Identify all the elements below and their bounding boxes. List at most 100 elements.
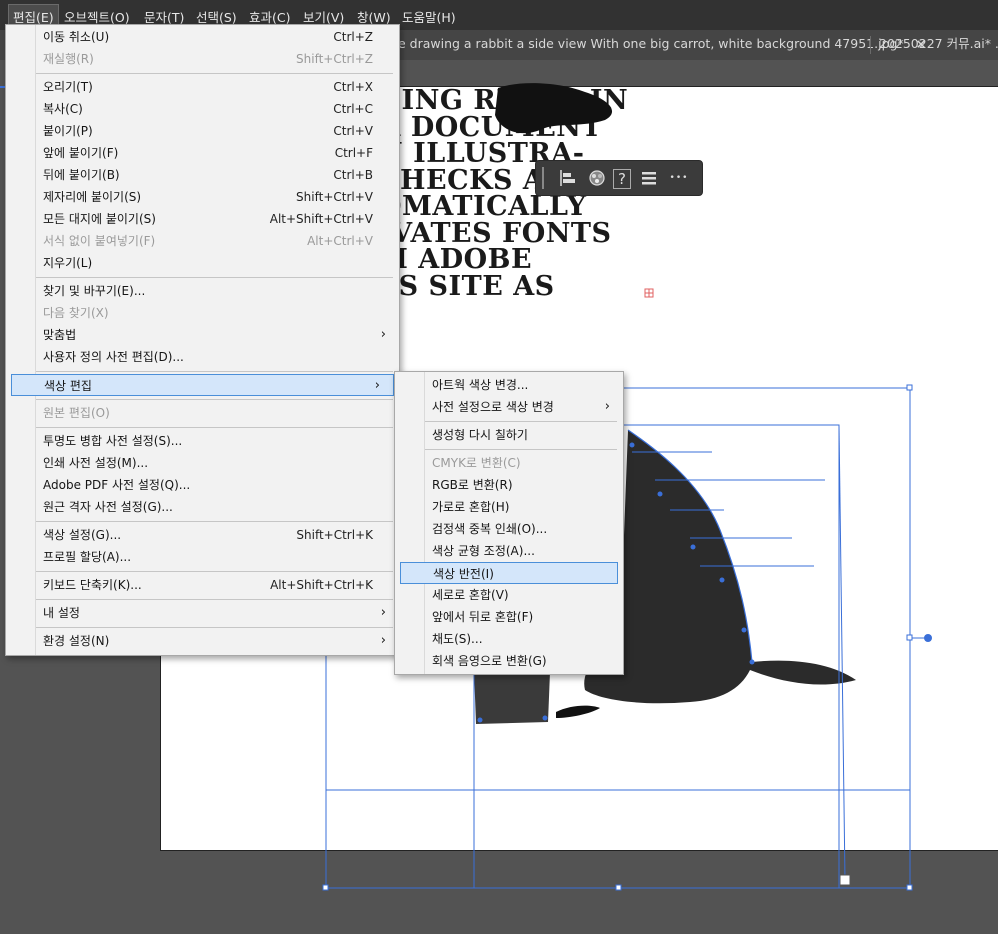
menu-item-rgb로-변환-r[interactable]: RGB로 변환(R) bbox=[395, 474, 623, 496]
menu-item-인쇄-사전-설정-m[interactable]: 인쇄 사전 설정(M)... bbox=[6, 452, 399, 474]
menu-item-회색-음영으로-변환-g[interactable]: 회색 음영으로 변환(G) bbox=[395, 650, 623, 672]
menu-item-shortcut: Ctrl+F bbox=[334, 146, 373, 160]
drag-handle[interactable] bbox=[542, 167, 544, 189]
menu-item-원근-격자-사전-설정-g[interactable]: 원근 격자 사전 설정(G)... bbox=[6, 496, 399, 518]
menu-item-label: 붙이기(P) bbox=[43, 124, 93, 138]
menu-item-label: 앞에서 뒤로 혼합(F) bbox=[432, 610, 534, 624]
menu-item-가로로-혼합-h[interactable]: 가로로 혼합(H) bbox=[395, 496, 623, 518]
menu-item-색상-편집[interactable]: 색상 편집 › bbox=[11, 374, 394, 396]
menu-item-shortcut: Shift+Ctrl+V bbox=[296, 190, 373, 204]
menu-item-아트웍-색상-변경[interactable]: 아트웍 색상 변경... bbox=[395, 374, 623, 396]
menu-item-shortcut: Ctrl+X bbox=[333, 80, 373, 94]
menu-item-모든-대지에-붙이기-s[interactable]: 모든 대지에 붙이기(S) Alt+Shift+Ctrl+V bbox=[6, 208, 399, 230]
menu-item-label: 환경 설정(N) bbox=[43, 634, 110, 648]
artwork-cat-paw bbox=[474, 670, 550, 724]
menu-item-label: 모든 대지에 붙이기(S) bbox=[43, 212, 156, 226]
recolor-icon[interactable] bbox=[587, 168, 607, 188]
menu-item-색상-균형-조정-a[interactable]: 색상 균형 조정(A)... bbox=[395, 540, 623, 562]
menu-item-shortcut: Alt+Ctrl+V bbox=[307, 234, 373, 248]
menu-item-투명도-병합-사전-설정-s[interactable]: 투명도 병합 사전 설정(S)... bbox=[6, 430, 399, 452]
menu-separator bbox=[36, 277, 393, 278]
menu-item-shortcut: Ctrl+C bbox=[333, 102, 373, 116]
menu-item-복사-c[interactable]: 복사(C) Ctrl+C bbox=[6, 98, 399, 120]
menu-separator bbox=[36, 627, 393, 628]
menu-item-검정색-중복-인쇄-o[interactable]: 검정색 중복 인쇄(O)... bbox=[395, 518, 623, 540]
menu-item-찾기-및-바꾸기-e[interactable]: 찾기 및 바꾸기(E)... bbox=[6, 280, 399, 302]
menu-lines-icon[interactable] bbox=[639, 168, 659, 188]
menu-item-label: 원본 편집(O) bbox=[43, 406, 110, 420]
menu-item-shortcut: Shift+Ctrl+Z bbox=[296, 52, 373, 66]
menu-item-cmyk로-변환-c: CMYK로 변환(C) bbox=[395, 452, 623, 474]
menu-item-서식-없이-붙여넣기-f: 서식 없이 붙여넣기(F) Alt+Ctrl+V bbox=[6, 230, 399, 252]
menu-separator bbox=[36, 73, 393, 74]
menu-item-label: 색상 설정(G)... bbox=[43, 528, 122, 542]
menu-item-shortcut: Ctrl+Z bbox=[333, 30, 373, 44]
menu-item-label: 재실행(R) bbox=[43, 52, 94, 66]
menu-item-사전-설정으로-색상-변경[interactable]: 사전 설정으로 색상 변경 › bbox=[395, 396, 623, 418]
menu-item-label: 키보드 단축키(K)... bbox=[43, 578, 142, 592]
chevron-right-icon: › bbox=[380, 327, 386, 342]
menu-item-label: 색상 균형 조정(A)... bbox=[432, 544, 535, 558]
menu-item-키보드-단축키-k[interactable]: 키보드 단축키(K)... Alt+Shift+Ctrl+K bbox=[6, 574, 399, 596]
menu-item-세로로-혼합-v[interactable]: 세로로 혼합(V) bbox=[395, 584, 623, 606]
menu-item-label: 색상 편집 bbox=[44, 379, 92, 393]
menu-item-색상-반전-i[interactable]: 색상 반전(I) bbox=[400, 562, 618, 584]
menu-item-환경-설정-n[interactable]: 환경 설정(N) › bbox=[6, 630, 399, 652]
artwork-cat-body bbox=[584, 430, 856, 704]
chevron-right-icon: › bbox=[380, 605, 386, 620]
menu-item-생성형-다시-칠하기[interactable]: 생성형 다시 칠하기 bbox=[395, 424, 623, 446]
menu-separator bbox=[36, 521, 393, 522]
menu-item-붙이기-p[interactable]: 붙이기(P) Ctrl+V bbox=[6, 120, 399, 142]
menu-item-색상-설정-g[interactable]: 색상 설정(G)... Shift+Ctrl+K bbox=[6, 524, 399, 546]
menu-item-label: 아트웍 색상 변경... bbox=[432, 378, 529, 392]
menu-item-label: 서식 없이 붙여넣기(F) bbox=[43, 234, 156, 248]
chevron-right-icon: › bbox=[604, 399, 610, 414]
align-icon[interactable] bbox=[558, 168, 578, 188]
menu-item-다음-찾기-x: 다음 찾기(X) bbox=[6, 302, 399, 324]
menu-separator bbox=[36, 399, 393, 400]
help-icon[interactable]: ? bbox=[613, 169, 631, 189]
menu-item-지우기-l[interactable]: 지우기(L) bbox=[6, 252, 399, 274]
menu-item-label: 원근 격자 사전 설정(G)... bbox=[43, 500, 173, 514]
menu-item-label: 지우기(L) bbox=[43, 256, 93, 270]
artwork-blob bbox=[495, 83, 613, 134]
menu-item-shortcut: Ctrl+V bbox=[333, 124, 373, 138]
menu-item-채도-s[interactable]: 채도(S)... bbox=[395, 628, 623, 650]
menu-item-label: 생성형 다시 칠하기 bbox=[432, 428, 528, 442]
menu-item-원본-편집-o: 원본 편집(O) bbox=[6, 402, 399, 424]
menu-item-label: 인쇄 사전 설정(M)... bbox=[43, 456, 149, 470]
menu-item-이동-취소-u[interactable]: 이동 취소(U) Ctrl+Z bbox=[6, 26, 399, 48]
more-icon[interactable]: ••• bbox=[669, 168, 689, 188]
menu-item-오리기-t[interactable]: 오리기(T) Ctrl+X bbox=[6, 76, 399, 98]
menu-item-앞에서-뒤로-혼합-f[interactable]: 앞에서 뒤로 혼합(F) bbox=[395, 606, 623, 628]
menu-item-label: 맞춤법 bbox=[43, 328, 77, 342]
menu-item-label: 찾기 및 바꾸기(E)... bbox=[43, 284, 146, 298]
menu-item-label: 채도(S)... bbox=[432, 632, 483, 646]
menu-separator bbox=[36, 599, 393, 600]
menu-item-label: 가로로 혼합(H) bbox=[432, 500, 510, 514]
menu-item-label: 색상 반전(I) bbox=[433, 567, 494, 581]
menu-item-내-설정[interactable]: 내 설정 › bbox=[6, 602, 399, 624]
menu-item-label: 사용자 정의 사전 편집(D)... bbox=[43, 350, 184, 364]
artwork-tail-bit bbox=[556, 705, 600, 718]
menu-item-제자리에-붙이기-s[interactable]: 제자리에 붙이기(S) Shift+Ctrl+V bbox=[6, 186, 399, 208]
menu-item-label: 이동 취소(U) bbox=[43, 30, 110, 44]
menu-item-label: 내 설정 bbox=[43, 606, 80, 620]
menu-item-label: 검정색 중복 인쇄(O)... bbox=[432, 522, 548, 536]
menu-item-맞춤법[interactable]: 맞춤법 › bbox=[6, 324, 399, 346]
menu-item-프로필-할당-a[interactable]: 프로필 할당(A)... bbox=[6, 546, 399, 568]
menu-item-adobe-pdf-사전-설정-q[interactable]: Adobe PDF 사전 설정(Q)... bbox=[6, 474, 399, 496]
menu-item-label: 복사(C) bbox=[43, 102, 83, 116]
menu-item-shortcut: Shift+Ctrl+K bbox=[296, 528, 373, 542]
menu-item-label: 오리기(T) bbox=[43, 80, 93, 94]
menu-item-뒤에-붙이기-b[interactable]: 뒤에 붙이기(B) Ctrl+B bbox=[6, 164, 399, 186]
color-edit-submenu: 아트웍 색상 변경... 사전 설정으로 색상 변경 › 생성형 다시 칠하기 CMYK… bbox=[394, 371, 624, 675]
menu-item-label: CMYK로 변환(C) bbox=[432, 456, 521, 470]
menu-item-사용자-정의-사전-편집-d[interactable]: 사용자 정의 사전 편집(D)... bbox=[6, 346, 399, 368]
menu-item-label: 앞에 붙이기(F) bbox=[43, 146, 119, 160]
menu-item-shortcut: Alt+Shift+Ctrl+V bbox=[269, 212, 373, 226]
menu-item-label: 프로필 할당(A)... bbox=[43, 550, 132, 564]
chevron-right-icon: › bbox=[380, 633, 386, 648]
menu-item-label: Adobe PDF 사전 설정(Q)... bbox=[43, 478, 191, 492]
menu-item-앞에-붙이기-f[interactable]: 앞에 붙이기(F) Ctrl+F bbox=[6, 142, 399, 164]
